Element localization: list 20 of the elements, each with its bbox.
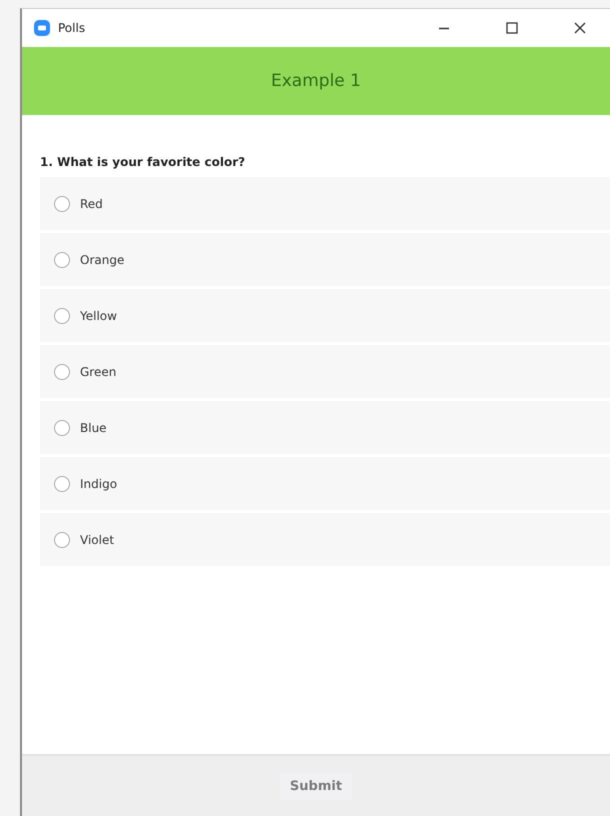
maximize-icon bbox=[506, 22, 518, 34]
radio-button[interactable] bbox=[54, 196, 70, 212]
radio-button[interactable] bbox=[54, 532, 70, 548]
radio-button[interactable] bbox=[54, 476, 70, 492]
answer-option[interactable]: Violet bbox=[40, 513, 610, 566]
radio-button[interactable] bbox=[54, 420, 70, 436]
answer-option[interactable]: Red bbox=[40, 177, 610, 230]
window-title: Polls bbox=[58, 21, 86, 35]
poll-title: Example 1 bbox=[271, 71, 361, 91]
answer-option[interactable]: Orange bbox=[40, 233, 610, 286]
radio-button[interactable] bbox=[54, 252, 70, 268]
answer-option[interactable]: Indigo bbox=[40, 457, 610, 510]
answer-option[interactable]: Blue bbox=[40, 401, 610, 454]
radio-button[interactable] bbox=[54, 364, 70, 380]
question-text: 1. What is your favorite color? bbox=[40, 155, 246, 169]
radio-button[interactable] bbox=[54, 308, 70, 324]
app-icon bbox=[34, 20, 50, 36]
close-icon bbox=[574, 22, 586, 34]
answer-option[interactable]: Green bbox=[40, 345, 610, 398]
answer-option[interactable]: Yellow bbox=[40, 289, 610, 342]
